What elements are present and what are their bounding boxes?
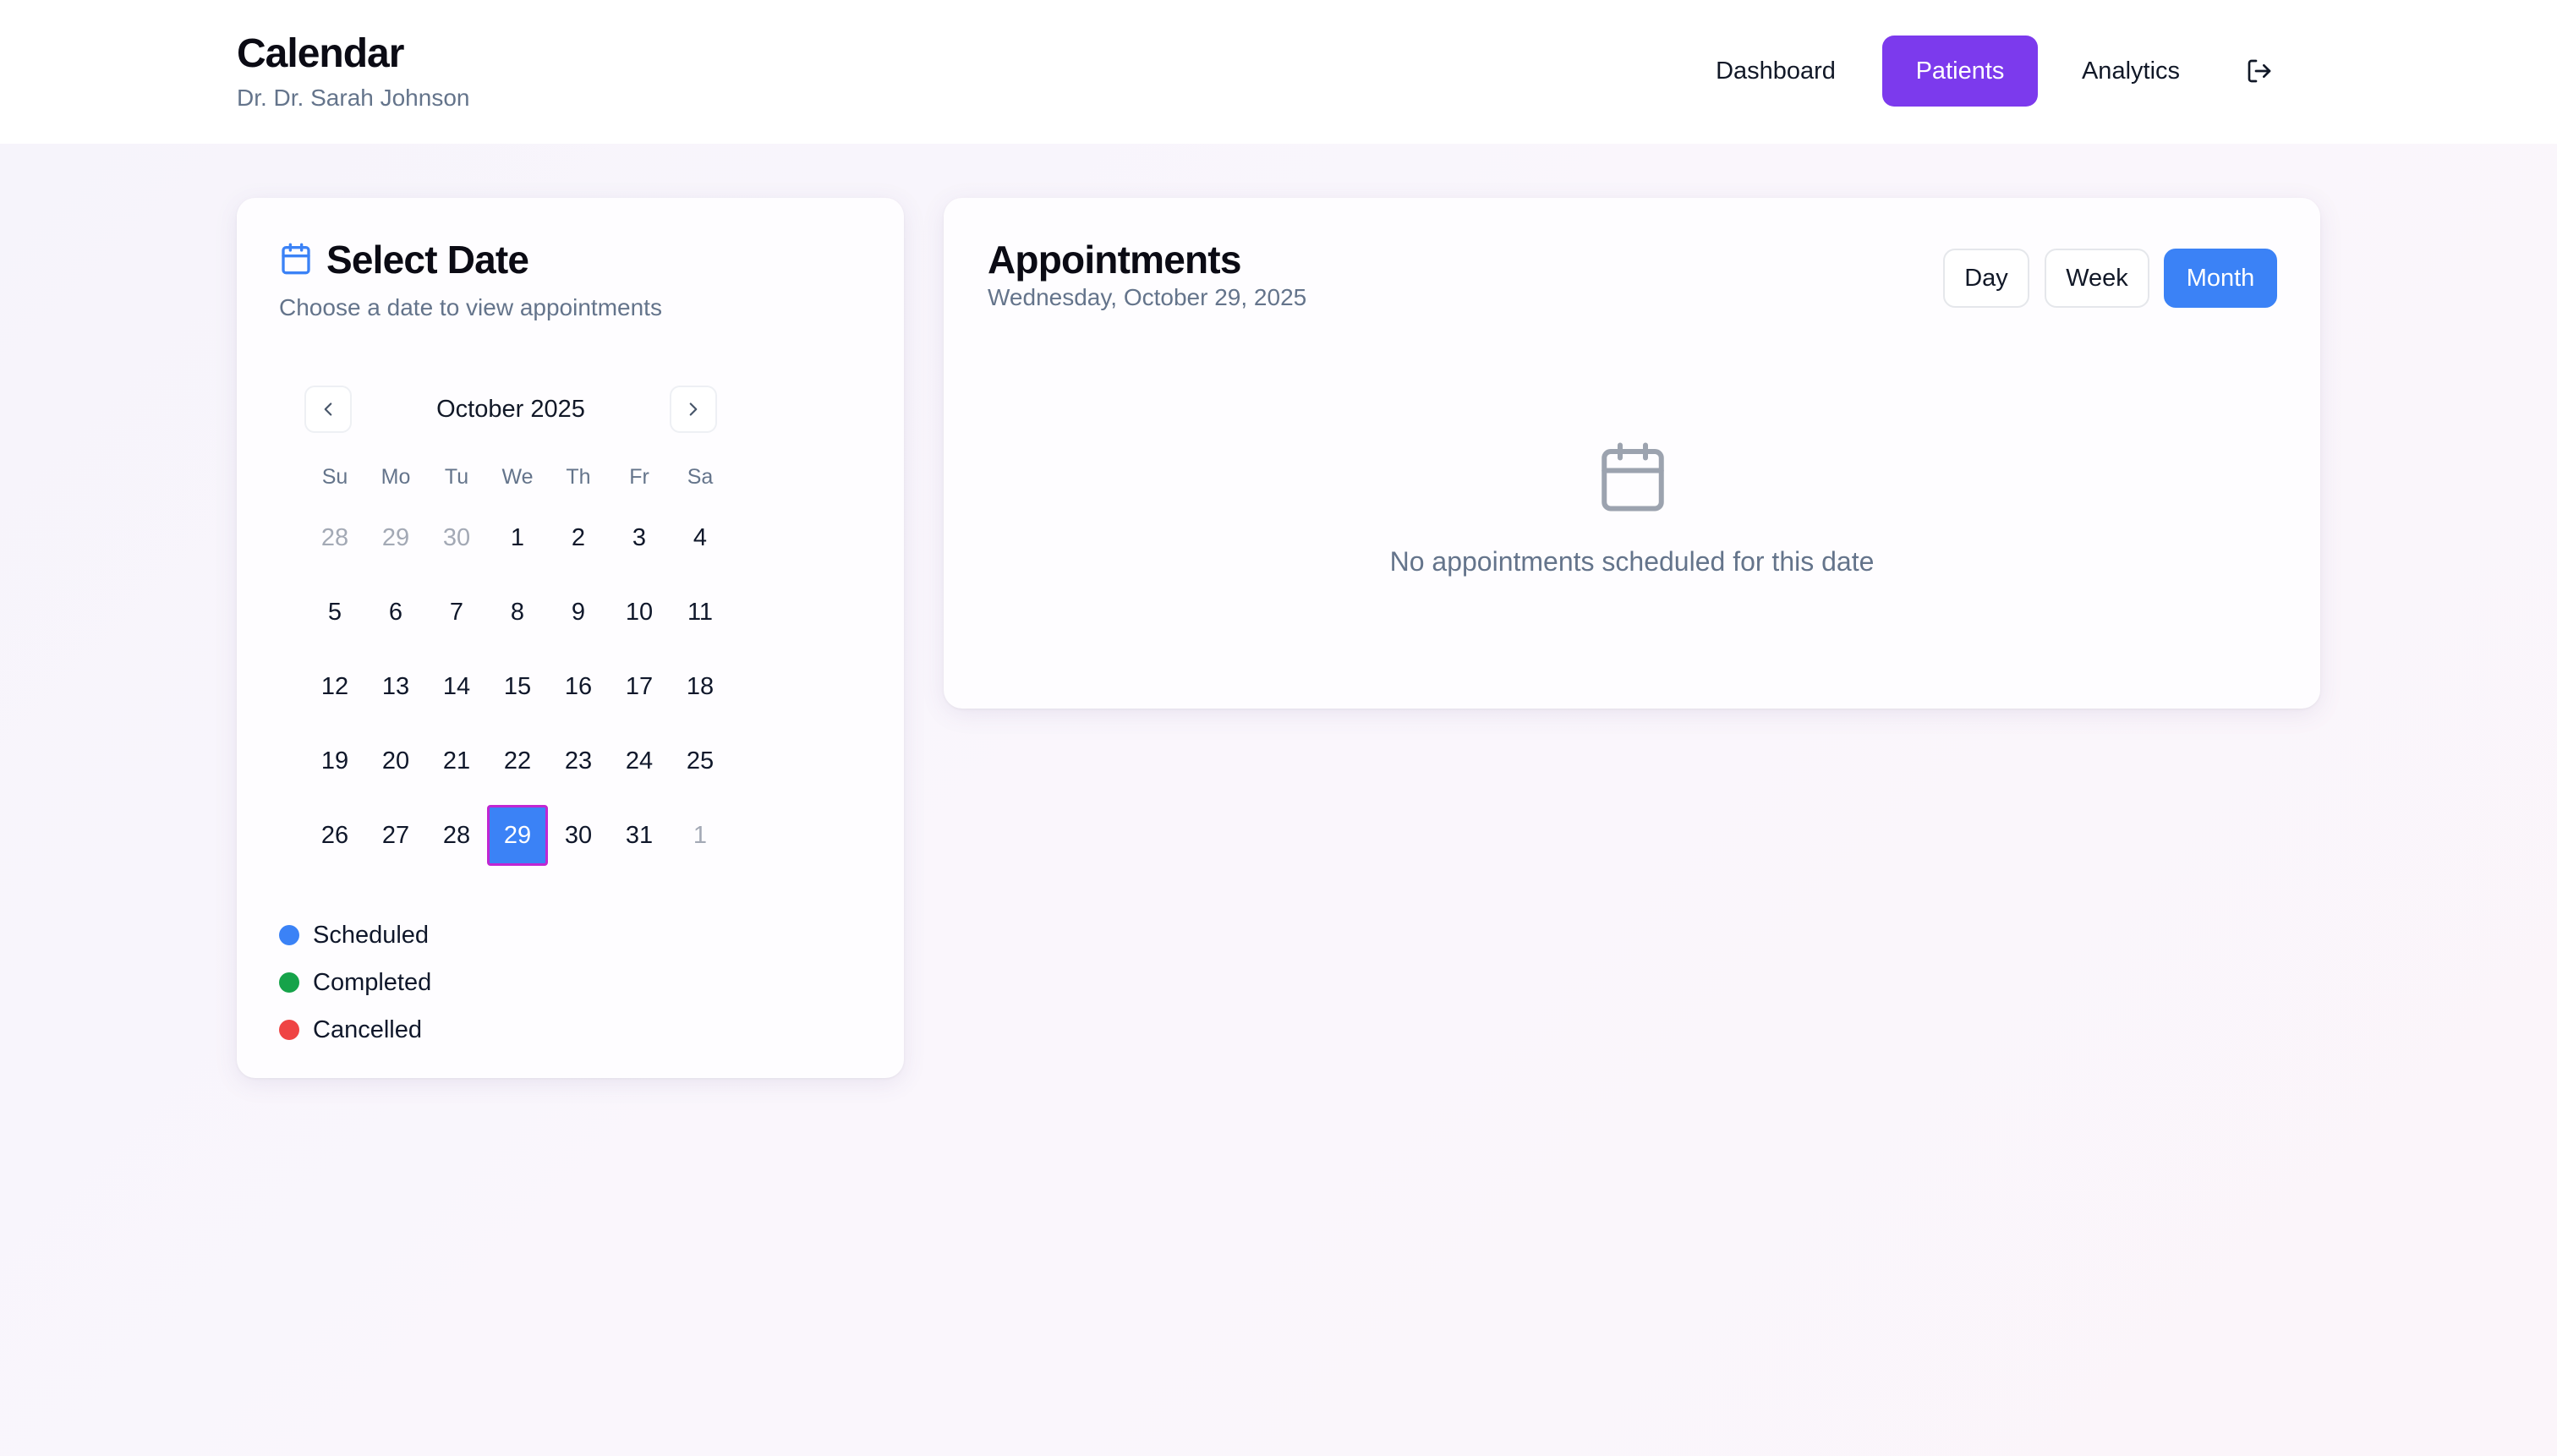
calendar-week-row: 19 20 21 22 23 24 25: [304, 731, 731, 805]
calendar-day[interactable]: 21: [426, 731, 487, 791]
legend-item: Completed: [279, 959, 431, 1006]
calendar-day[interactable]: 30: [548, 805, 609, 866]
select-date-title: Select Date: [326, 238, 529, 282]
page-title: Calendar: [237, 31, 404, 76]
legend-label: Scheduled: [313, 921, 430, 949]
calendar-day[interactable]: 11: [670, 582, 731, 643]
calendar-day[interactable]: 12: [304, 656, 365, 717]
calendar-day[interactable]: 20: [365, 731, 426, 791]
weekday-header-row: Su Mo Tu We Th Fr Sa: [304, 465, 731, 490]
calendar-day[interactable]: 6: [365, 582, 426, 643]
weekday-label: Su: [321, 465, 348, 489]
legend-item: Cancelled: [279, 1006, 431, 1054]
next-month-button[interactable]: [670, 386, 717, 433]
nav-dashboard-button[interactable]: Dashboard: [1686, 36, 1865, 107]
calendar-day[interactable]: 19: [304, 731, 365, 791]
legend-item: Scheduled: [279, 911, 431, 959]
chevron-left-icon: [324, 402, 332, 416]
weekday-label: We: [501, 465, 534, 489]
calendar-day[interactable]: 14: [426, 656, 487, 717]
calendar-icon: [1602, 442, 1664, 512]
calendar-day[interactable]: 9: [548, 582, 609, 643]
calendar-day[interactable]: 3: [609, 507, 670, 568]
calendar-day-selected[interactable]: 29: [487, 805, 548, 866]
appointments-card: Appointments Wednesday, October 29, 2025…: [944, 198, 2320, 709]
calendar-day[interactable]: 28: [304, 507, 365, 568]
selected-date-label: Wednesday, October 29, 2025: [988, 284, 1307, 310]
calendar-day[interactable]: 29: [365, 507, 426, 568]
calendar-day[interactable]: 26: [304, 805, 365, 866]
calendar-day[interactable]: 7: [426, 582, 487, 643]
weekday-label: Sa: [687, 465, 714, 489]
calendar-week-row: 28 29 30 1 2 3 4: [304, 507, 731, 582]
view-week-button[interactable]: Week: [2045, 249, 2149, 308]
calendar-day[interactable]: 17: [609, 656, 670, 717]
calendar-day[interactable]: 4: [670, 507, 731, 568]
status-dot-icon: [279, 925, 299, 945]
calendar-icon: [282, 243, 310, 275]
calendar-grid: 28 29 30 1 2 3 4 5 6 7 8 9 10 11 12 13 14 15 16 17 18 19 20 21 2…: [304, 507, 731, 879]
doctor-name: Dr. Dr. Sarah Johnson: [237, 85, 470, 111]
month-label: October 2025: [436, 395, 585, 423]
weekday-label: Fr: [629, 465, 649, 489]
weekday-label: Mo: [381, 465, 411, 489]
app-header: Calendar Dr. Dr. Sarah Johnson Dashboard…: [0, 0, 2557, 144]
select-date-subtitle: Choose a date to view appointments: [279, 294, 662, 320]
chevron-right-icon: [689, 402, 698, 416]
empty-state-message: No appointments scheduled for this date: [1389, 546, 1875, 577]
legend-label: Cancelled: [313, 1015, 422, 1043]
calendar-day[interactable]: 25: [670, 731, 731, 791]
calendar-week-row: 5 6 7 8 9 10 11: [304, 582, 731, 656]
calendar-day[interactable]: 18: [670, 656, 731, 717]
view-day-button[interactable]: Day: [1943, 249, 2029, 308]
status-dot-icon: [279, 1020, 299, 1040]
appointments-title: Appointments: [988, 238, 1241, 282]
weekday-label: Tu: [444, 465, 469, 489]
calendar-day[interactable]: 5: [304, 582, 365, 643]
calendar-day[interactable]: 1: [670, 805, 731, 866]
status-legend: Scheduled Completed Cancelled: [279, 911, 431, 1054]
select-date-card: Select Date Choose a date to view appoin…: [237, 198, 904, 1078]
calendar-day[interactable]: 30: [426, 507, 487, 568]
legend-label: Completed: [313, 968, 432, 996]
nav-patients-button[interactable]: Patients: [1882, 36, 2038, 107]
logout-icon: [2248, 59, 2271, 83]
calendar-day[interactable]: 27: [365, 805, 426, 866]
calendar-day[interactable]: 31: [609, 805, 670, 866]
logout-button[interactable]: [2224, 36, 2295, 107]
weekday-label: Th: [566, 465, 591, 489]
status-dot-icon: [279, 972, 299, 993]
calendar-day[interactable]: 10: [609, 582, 670, 643]
calendar-day[interactable]: 1: [487, 507, 548, 568]
calendar-day[interactable]: 23: [548, 731, 609, 791]
nav-analytics-button[interactable]: Analytics: [2055, 36, 2207, 107]
calendar-day[interactable]: 22: [487, 731, 548, 791]
calendar-week-row: 12 13 14 15 16 17 18: [304, 656, 731, 731]
calendar-day[interactable]: 2: [548, 507, 609, 568]
calendar-day[interactable]: 24: [609, 731, 670, 791]
calendar-day[interactable]: 16: [548, 656, 609, 717]
calendar-week-row: 26 27 28 29 30 31 1: [304, 805, 731, 879]
calendar-day[interactable]: 15: [487, 656, 548, 717]
calendar-day[interactable]: 28: [426, 805, 487, 866]
calendar-day[interactable]: 8: [487, 582, 548, 643]
calendar-day[interactable]: 13: [365, 656, 426, 717]
view-month-button[interactable]: Month: [2164, 249, 2277, 308]
previous-month-button[interactable]: [304, 386, 352, 433]
